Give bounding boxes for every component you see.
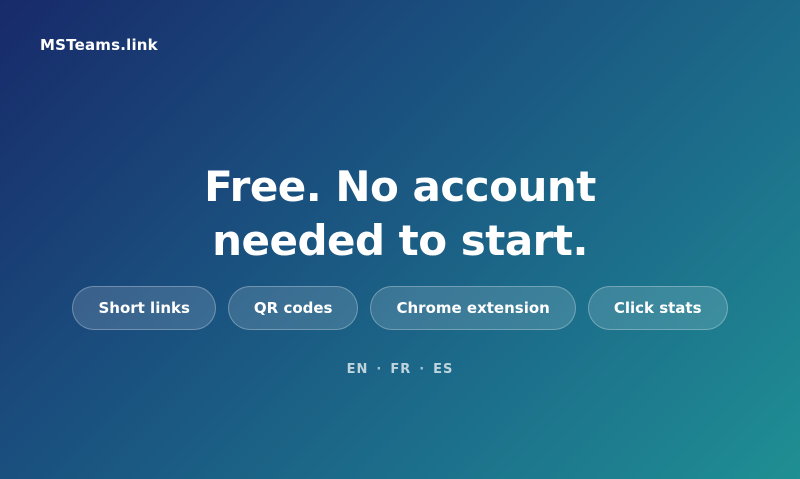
hero-headline: Free. No account needed to start. [0, 160, 800, 268]
language-separator: · [376, 362, 383, 377]
feature-pill-qr-codes[interactable]: QR codes [227, 286, 359, 330]
headline-line-1: Free. No account [204, 162, 596, 211]
feature-pills: Short links QR codes Chrome extension Cl… [0, 286, 800, 330]
language-es-link[interactable]: ES [433, 362, 453, 377]
language-fr-link[interactable]: FR [390, 362, 411, 377]
language-separator: · [419, 362, 426, 377]
feature-pill-short-links[interactable]: Short links [72, 286, 216, 330]
feature-pill-chrome-extension[interactable]: Chrome extension [370, 286, 576, 330]
headline-line-2: needed to start. [212, 216, 588, 265]
feature-pill-click-stats[interactable]: Click stats [587, 286, 728, 330]
site-logo[interactable]: MSTeams.link [40, 36, 158, 54]
language-switcher: EN · FR · ES [0, 362, 800, 377]
language-en-link[interactable]: EN [347, 362, 369, 377]
